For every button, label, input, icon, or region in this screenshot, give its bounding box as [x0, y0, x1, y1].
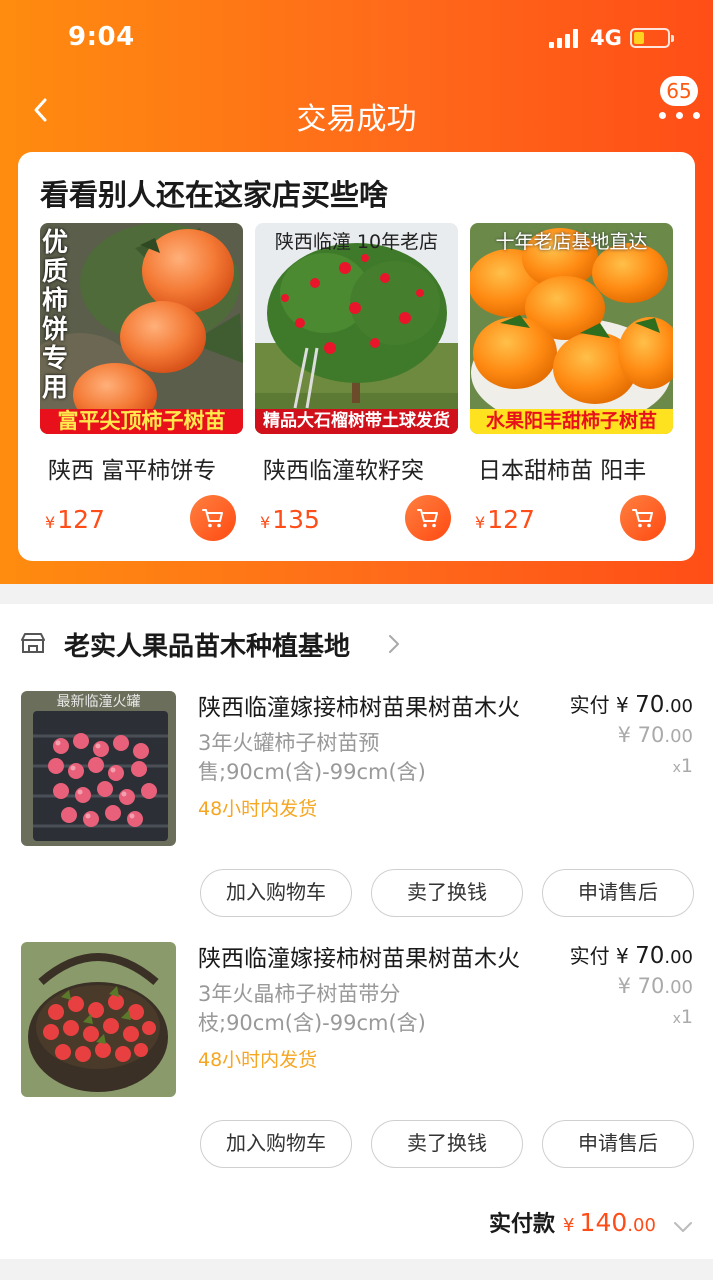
shipping-note: 48小时内发货 — [198, 798, 318, 820]
recommend-title: 看看别人还在这家店买些啥 — [40, 178, 389, 212]
image-banner: 富平尖顶柿子树苗 — [40, 409, 243, 434]
total-amount: 140 — [579, 1208, 628, 1237]
image-banner: 精品大石榴树带土球发货 — [255, 409, 458, 434]
quantity: x1 — [672, 755, 693, 777]
image-top-text: 十年老店基地直达 — [495, 231, 648, 253]
add-to-cart-button[interactable]: 加入购物车 — [200, 1120, 352, 1168]
cart-icon — [202, 509, 223, 528]
item-spec: 3年火晶柿子树苗带分枝;90cm(含)-99cm(含) — [198, 982, 426, 1035]
image-banner: 水果阳丰甜柿子树苗 — [470, 409, 673, 434]
item-title[interactable]: 陕西临潼嫁接柿树苗果树苗木火 — [198, 939, 548, 973]
network-label: 4G — [590, 26, 622, 50]
thumbnail-text: 最新临潼火罐 — [56, 694, 141, 710]
recommend-item[interactable]: 陕西临潼 10年老店 精品大石榴树带土球发货 陕西临潼软籽突 ¥135 — [255, 223, 458, 553]
item-spec: 3年火罐柿子树苗预售;90cm(含)-99cm(含) — [198, 731, 426, 784]
message-count-badge: 65 — [660, 76, 698, 106]
order-item: 最新临潼火罐 陕西临潼嫁接柿树苗果树苗木火 3年火罐柿子树苗预售;90cm(含)… — [0, 691, 713, 931]
battery-icon — [630, 28, 674, 48]
recommend-item[interactable]: 优质柿饼专用 富平尖顶柿子树苗 陕西 富平柿饼专 ¥127 — [40, 223, 243, 553]
chevron-right-icon — [389, 635, 399, 653]
add-to-cart-button[interactable] — [405, 495, 451, 541]
quantity: x1 — [672, 1006, 693, 1028]
recommend-card: 看看别人还在这家店买些啥 优质柿饼专用 富平尖顶柿子树苗 陕西 富平柿饼专 ¥1… — [18, 152, 695, 561]
order-total[interactable]: 实付款 ¥ 140.00 — [489, 1206, 693, 1238]
original-price: ¥ 70.00 — [617, 974, 693, 998]
shop-icon — [21, 633, 45, 653]
product-price: ¥127 — [475, 505, 535, 534]
more-button[interactable]: 65 — [654, 76, 704, 124]
recommend-item[interactable]: 十年老店基地直达 水果阳丰甜柿子树苗 日本甜柿苗 阳丰 ¥127 — [470, 223, 673, 553]
cart-icon — [632, 509, 653, 528]
add-to-cart-button[interactable] — [620, 495, 666, 541]
order-item: 陕西临潼嫁接柿树苗果树苗木火 3年火晶柿子树苗带分枝;90cm(含)-99cm(… — [0, 942, 713, 1182]
resell-button[interactable]: 卖了换钱 — [371, 1120, 523, 1168]
status-time: 9:04 — [68, 22, 135, 52]
item-title[interactable]: 陕西临潼嫁接柿树苗果树苗木火 — [198, 688, 548, 722]
product-name: 日本甜柿苗 阳丰 — [478, 458, 647, 484]
product-image: 优质柿饼专用 富平尖顶柿子树苗 — [40, 223, 243, 434]
after-sales-button[interactable]: 申请售后 — [542, 869, 694, 917]
page-title: 交易成功 — [296, 102, 417, 137]
add-to-cart-button[interactable] — [190, 495, 236, 541]
after-sales-button[interactable]: 申请售后 — [542, 1120, 694, 1168]
product-image: 陕西临潼 10年老店 精品大石榴树带土球发货 — [255, 223, 458, 434]
product-image: 十年老店基地直达 水果阳丰甜柿子树苗 — [470, 223, 673, 434]
add-to-cart-button[interactable]: 加入购物车 — [200, 869, 352, 917]
paid-price: 实付 ¥ 70.00 — [569, 943, 693, 969]
original-price: ¥ 70.00 — [617, 723, 693, 747]
image-side-text: 优质柿饼专用 — [42, 228, 69, 403]
image-top-text: 陕西临潼 10年老店 — [274, 231, 439, 253]
product-name: 陕西临潼软籽突 — [263, 458, 424, 484]
resell-button[interactable]: 卖了换钱 — [371, 869, 523, 917]
total-label: 实付款 — [488, 1212, 555, 1237]
shipping-note: 48小时内发货 — [198, 1049, 318, 1071]
paid-price: 实付 ¥ 70.00 — [569, 692, 693, 718]
chevron-down-icon — [674, 1221, 692, 1232]
status-bar: 9:04 4G — [0, 0, 713, 80]
signal-icon — [549, 28, 581, 48]
item-thumbnail[interactable]: 最新临潼火罐 — [21, 691, 176, 846]
cart-icon — [417, 509, 438, 528]
product-price: ¥135 — [260, 505, 320, 534]
order-card: 老实人果品苗木种植基地 最新临潼火罐 陕西临潼嫁接柿树苗果树苗木火 3年火罐柿子… — [0, 604, 713, 1259]
item-thumbnail[interactable] — [21, 942, 176, 1097]
shop-name: 老实人果品苗木种植基地 — [64, 632, 351, 662]
more-dots-icon — [659, 112, 701, 120]
product-price: ¥127 — [45, 505, 105, 534]
product-name: 陕西 富平柿饼专 — [48, 458, 217, 484]
